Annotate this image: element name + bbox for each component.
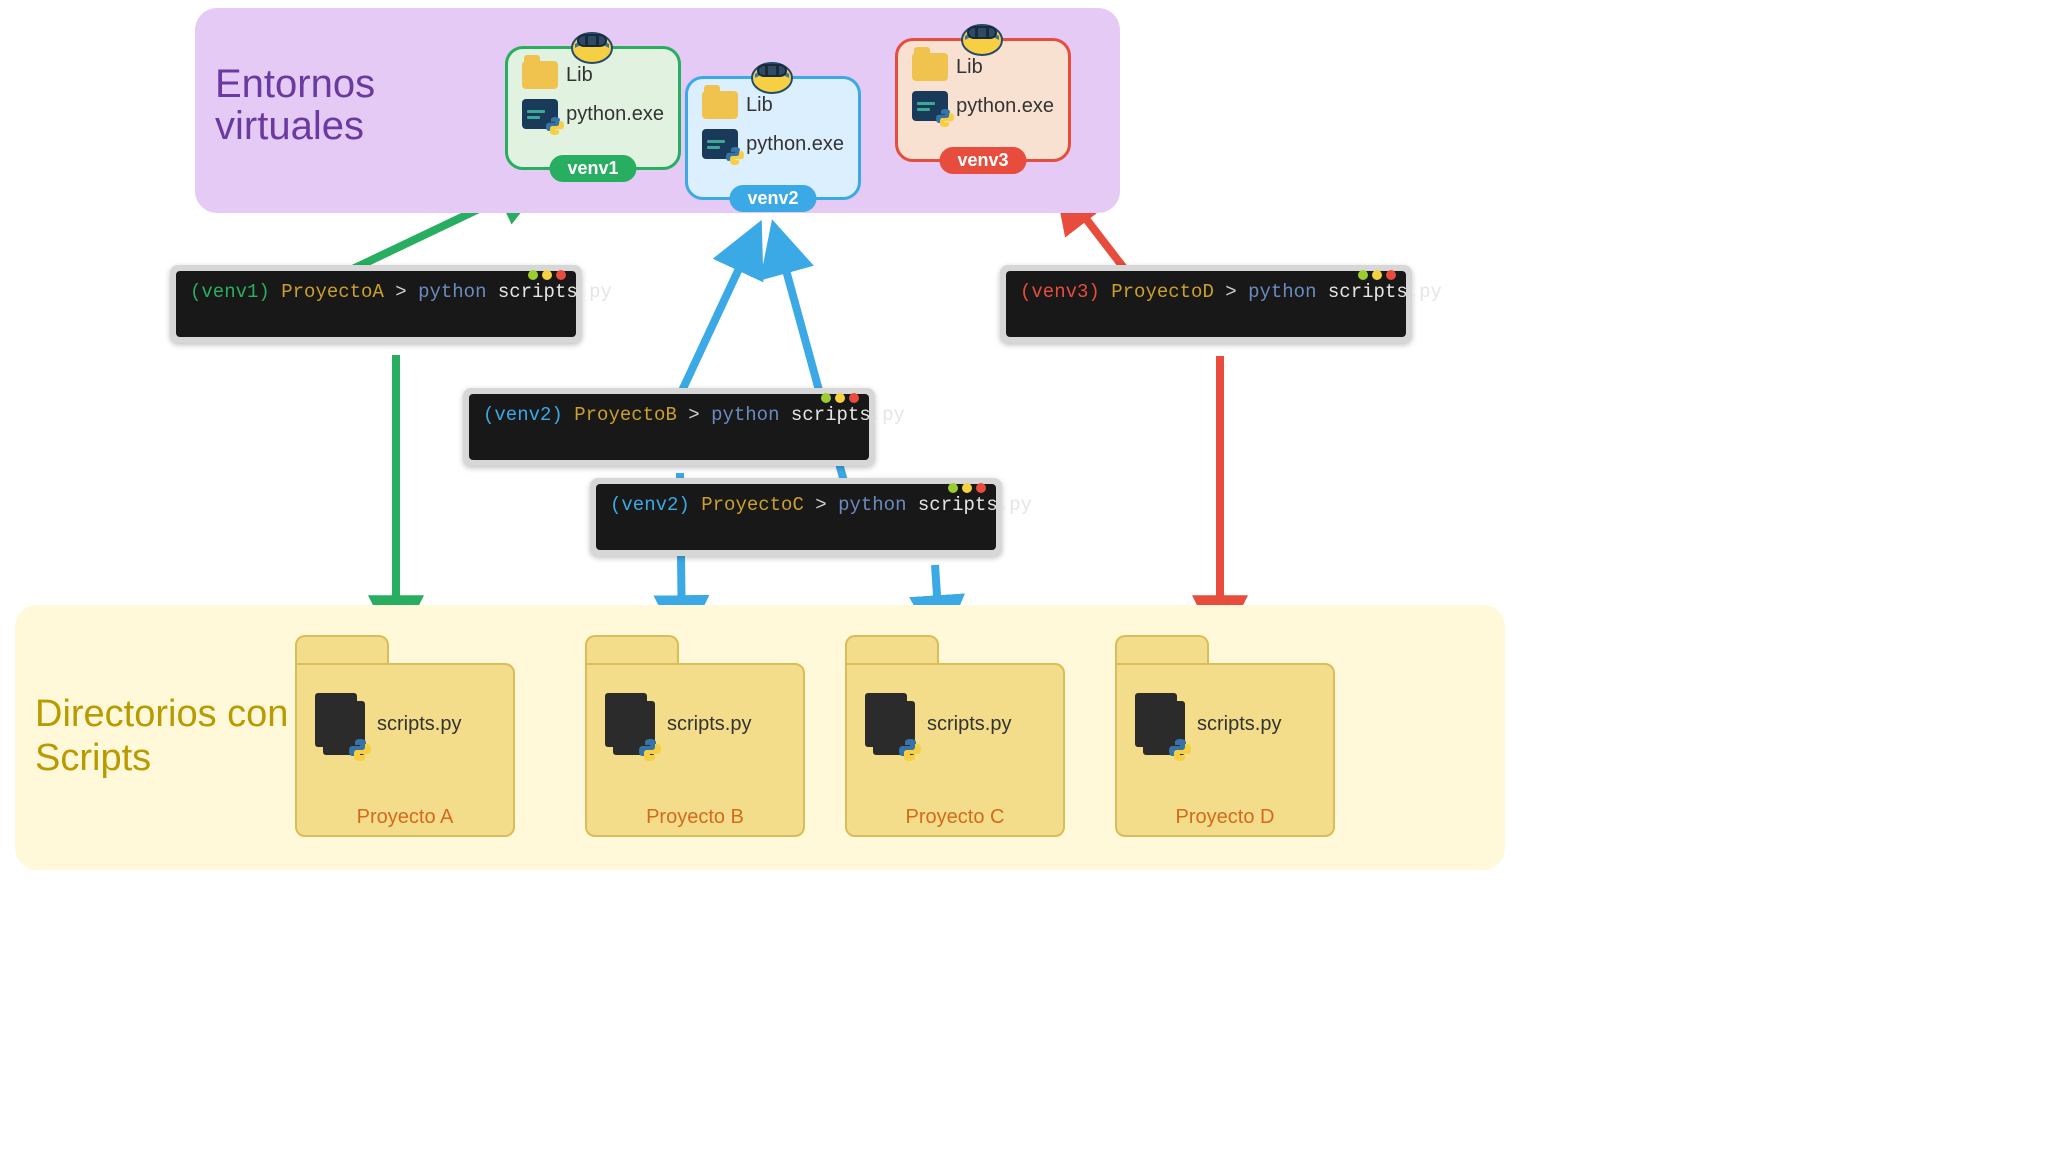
python-goggles-icon bbox=[750, 54, 796, 94]
window-dots bbox=[948, 483, 986, 493]
python-icon bbox=[349, 739, 371, 761]
venv-exe-row: python.exe bbox=[522, 99, 664, 129]
term-caret: > bbox=[815, 494, 826, 516]
term-arg: scripts.py bbox=[498, 281, 612, 303]
terminal-venv1: (venv1) ProyectoA > python scripts.py bbox=[170, 265, 582, 343]
venv-lib-row: Lib bbox=[522, 61, 664, 89]
terminal-mini-icon bbox=[702, 129, 738, 159]
project-file-label: scripts.py bbox=[377, 713, 461, 736]
term-venv: (venv3) bbox=[1020, 281, 1100, 303]
file-stack-icon bbox=[1135, 693, 1185, 755]
term-dir: ProyectoA bbox=[281, 281, 384, 303]
project-folder-a: scripts.py Proyecto A bbox=[295, 635, 515, 837]
project-folder-label: Proyecto C bbox=[847, 806, 1063, 829]
term-arg: scripts.py bbox=[1328, 281, 1442, 303]
project-folder-label: Proyecto B bbox=[587, 806, 803, 829]
term-dir: ProyectoB bbox=[574, 404, 677, 426]
venv-lib-label: Lib bbox=[956, 56, 983, 79]
window-dots bbox=[821, 393, 859, 403]
python-icon bbox=[1169, 739, 1191, 761]
venv-badge: venv2 bbox=[729, 185, 816, 212]
venv-box-venv1: Lib python.exe venv1 bbox=[505, 46, 681, 170]
venv-exe-row: python.exe bbox=[912, 91, 1054, 121]
project-folder-b: scripts.py Proyecto B bbox=[585, 635, 805, 837]
project-folder-d: scripts.py Proyecto D bbox=[1115, 635, 1335, 837]
window-dots bbox=[528, 270, 566, 280]
term-cmd: python bbox=[711, 404, 779, 426]
terminal-venv3: (venv3) ProyectoD > python scripts.py bbox=[1000, 265, 1412, 343]
term-caret: > bbox=[1225, 281, 1236, 303]
term-caret: > bbox=[688, 404, 699, 426]
project-file-label: scripts.py bbox=[1197, 713, 1281, 736]
project-folder-label: Proyecto D bbox=[1117, 806, 1333, 829]
folder-icon bbox=[702, 91, 738, 119]
term-cmd: python bbox=[1248, 281, 1316, 303]
diagram-stage: Entornos virtuales Lib python.exe venv1 bbox=[0, 0, 1536, 879]
file-stack-icon bbox=[315, 693, 365, 755]
python-icon bbox=[546, 117, 564, 135]
file-stack-icon bbox=[865, 693, 915, 755]
arrow-t2-to-venv2 bbox=[680, 230, 757, 395]
term-cmd: python bbox=[838, 494, 906, 516]
terminal-venv2-c: (venv2) ProyectoC > python scripts.py bbox=[590, 478, 1002, 556]
term-venv: (venv2) bbox=[483, 404, 563, 426]
venv-box-venv2: Lib python.exe venv2 bbox=[685, 76, 861, 200]
venv-panel-title: Entornos virtuales bbox=[215, 63, 495, 147]
venv-lib-row: Lib bbox=[912, 53, 1054, 81]
term-arg: scripts.py bbox=[791, 404, 905, 426]
terminal-mini-icon bbox=[912, 91, 948, 121]
term-caret: > bbox=[395, 281, 406, 303]
venv-lib-label: Lib bbox=[566, 64, 593, 87]
venv-exe-row: python.exe bbox=[702, 129, 844, 159]
term-dir: ProyectoD bbox=[1111, 281, 1214, 303]
term-venv: (venv2) bbox=[610, 494, 690, 516]
project-folder-c: scripts.py Proyecto C bbox=[845, 635, 1065, 837]
terminal-mini-icon bbox=[522, 99, 558, 129]
project-file-label: scripts.py bbox=[667, 713, 751, 736]
venv-lib-row: Lib bbox=[702, 91, 844, 119]
term-cmd: python bbox=[418, 281, 486, 303]
term-venv: (venv1) bbox=[190, 281, 270, 303]
project-file-label: scripts.py bbox=[927, 713, 1011, 736]
term-arg: scripts.py bbox=[918, 494, 1032, 516]
window-dots bbox=[1358, 270, 1396, 280]
venv-lib-label: Lib bbox=[746, 94, 773, 117]
venv-box-venv3: Lib python.exe venv3 bbox=[895, 38, 1071, 162]
venv-exe-label: python.exe bbox=[746, 133, 844, 156]
python-icon bbox=[936, 109, 954, 127]
venv-badge: venv3 bbox=[939, 147, 1026, 174]
python-icon bbox=[726, 147, 744, 165]
projects-panel: Directorios con Scripts scripts.py Proye… bbox=[15, 605, 1505, 870]
python-goggles-icon bbox=[960, 16, 1006, 56]
folder-icon bbox=[912, 53, 948, 81]
term-dir: ProyectoC bbox=[701, 494, 804, 516]
projects-panel-title: Directorios con Scripts bbox=[35, 693, 295, 780]
venv-panel: Entornos virtuales Lib python.exe venv1 bbox=[195, 8, 1120, 213]
venv-badge: venv1 bbox=[549, 155, 636, 182]
python-goggles-icon bbox=[570, 24, 616, 64]
python-icon bbox=[899, 739, 921, 761]
project-folder-label: Proyecto A bbox=[297, 806, 513, 829]
file-stack-icon bbox=[605, 693, 655, 755]
venv-exe-label: python.exe bbox=[956, 95, 1054, 118]
folder-icon bbox=[522, 61, 558, 89]
python-icon bbox=[639, 739, 661, 761]
terminal-venv2-b: (venv2) ProyectoB > python scripts.py bbox=[463, 388, 875, 466]
venv-exe-label: python.exe bbox=[566, 103, 664, 126]
